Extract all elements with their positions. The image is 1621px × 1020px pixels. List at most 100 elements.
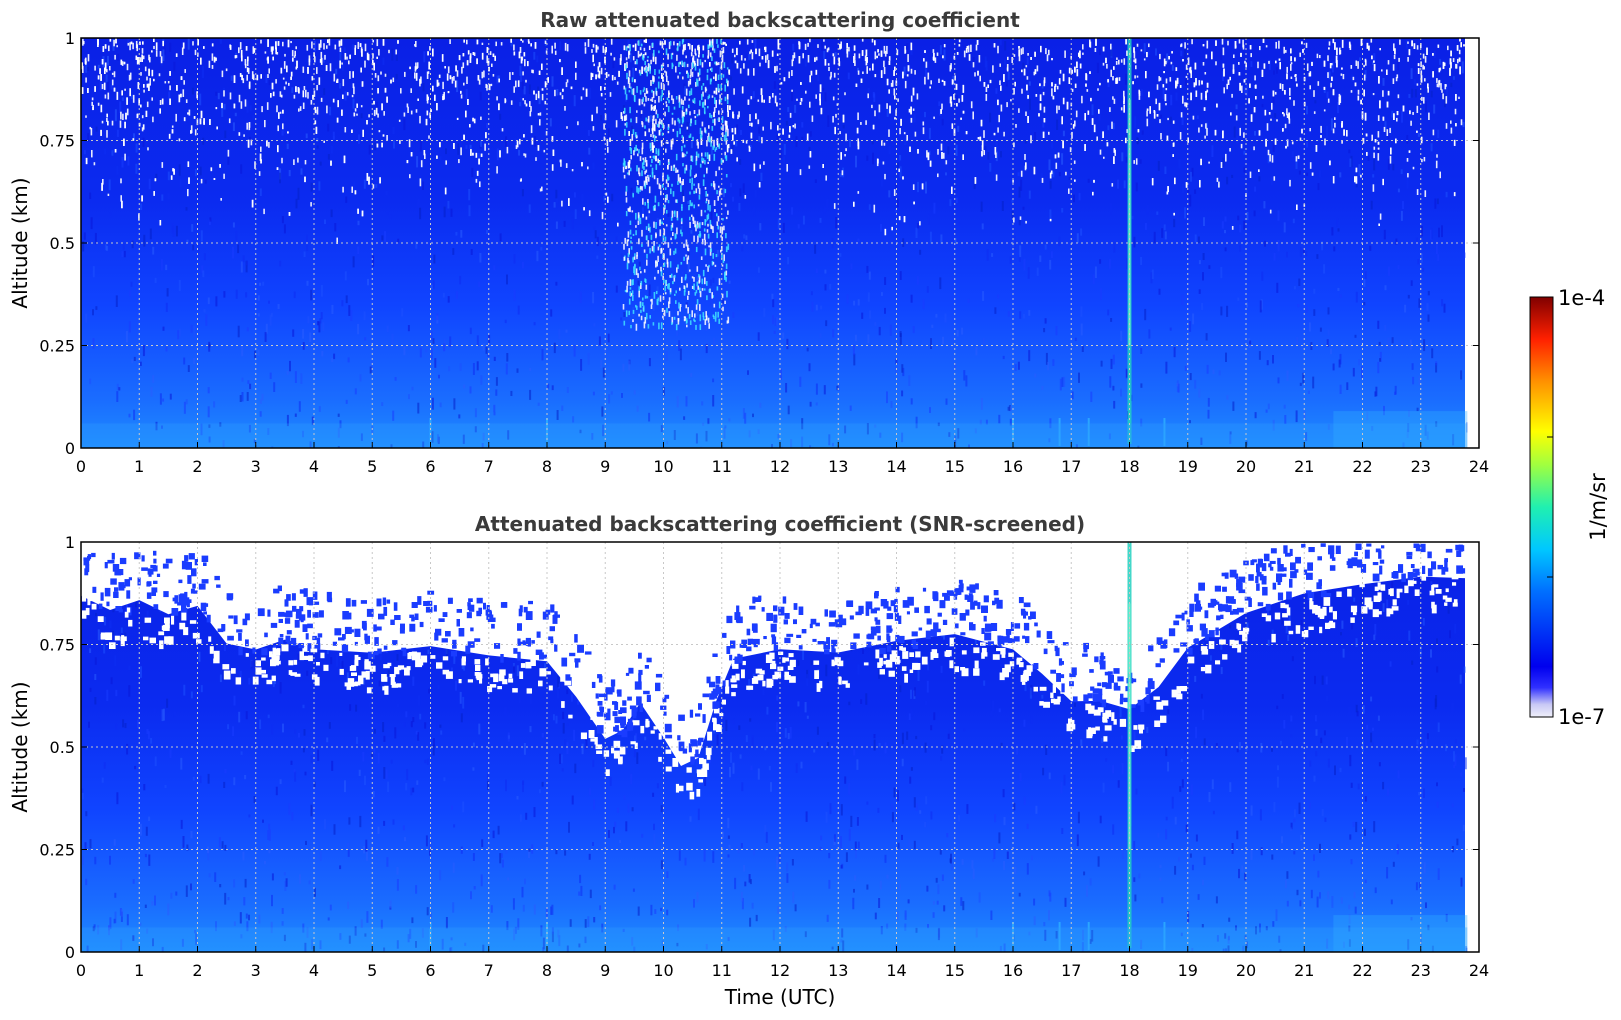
plume-speck: [679, 128, 681, 135]
noise-speck: [1377, 147, 1380, 150]
noise-speck: [585, 88, 588, 97]
plume-speck: [703, 288, 706, 291]
noise-cell: [1349, 158, 1352, 167]
plume-speck: [716, 213, 718, 217]
noise-cell: [1226, 305, 1229, 317]
plume-speck: [667, 183, 669, 188]
noise-cell: [439, 402, 442, 408]
noise-cell: [411, 386, 414, 391]
noise-speck: [709, 62, 711, 67]
noise-cell: [169, 42, 172, 52]
noise-speck: [584, 42, 587, 47]
noise-speck: [1357, 95, 1360, 101]
plume-speck: [687, 307, 689, 314]
plume-speck: [700, 209, 703, 217]
plume-speck: [651, 89, 653, 93]
noise-cell: [246, 100, 249, 113]
noise-speck: [1058, 78, 1061, 85]
noise-cell: [245, 292, 248, 298]
noise-cell: [1438, 227, 1440, 238]
noise-speck: [891, 80, 894, 87]
noise-speck: [943, 81, 946, 86]
noise-speck: [484, 143, 486, 151]
noise-speck: [311, 76, 314, 81]
noise-cell: [1009, 406, 1012, 412]
plume-speck: [671, 62, 674, 70]
plume-speck: [697, 153, 700, 158]
noise-speck: [997, 127, 999, 133]
noise-cell: [321, 350, 324, 357]
noise-speck: [744, 58, 746, 61]
noise-speck: [1338, 97, 1341, 105]
noise-cell: [877, 112, 880, 119]
noise-speck: [1383, 126, 1386, 132]
noise-speck: [419, 79, 422, 84]
noise-speck: [1068, 67, 1071, 74]
noise-speck: [373, 109, 376, 117]
noise-speck: [1366, 42, 1369, 49]
noise-speck: [758, 182, 761, 188]
noise-cell: [495, 377, 498, 386]
noise-speck: [276, 105, 278, 113]
noise-cell: [298, 401, 301, 412]
noise-speck: [517, 80, 520, 87]
plume-speck: [672, 191, 675, 197]
noise-cell: [1014, 364, 1017, 371]
noise-cell: [853, 353, 856, 366]
noise-speck: [877, 158, 879, 164]
noise-speck: [998, 114, 1000, 123]
noise-speck: [1167, 186, 1169, 193]
plume-speck: [714, 264, 717, 267]
noise-speck: [1335, 55, 1338, 64]
noise-speck: [354, 47, 356, 55]
noise-cell: [822, 87, 825, 91]
noise-speck: [893, 88, 896, 96]
noise-speck: [376, 56, 378, 59]
noise-cell: [1364, 271, 1367, 280]
noise-speck: [715, 87, 718, 95]
noise-speck: [1018, 49, 1020, 57]
noise-speck: [520, 178, 522, 182]
noise-speck: [153, 78, 155, 82]
noise-cell: [249, 383, 252, 390]
noise-speck: [582, 87, 585, 91]
noise-speck: [824, 59, 827, 66]
noise-cell: [1235, 104, 1238, 110]
noise-speck: [786, 164, 788, 172]
noise-speck: [772, 93, 774, 98]
noise-speck: [857, 191, 860, 194]
noise-cell: [940, 234, 943, 244]
plume-speck: [667, 141, 669, 144]
noise-speck: [853, 45, 856, 51]
noise-cell: [1153, 231, 1156, 244]
noise-speck: [595, 74, 597, 80]
noise-cell: [335, 68, 338, 75]
noise-speck: [499, 150, 501, 158]
noise-speck: [1118, 59, 1120, 65]
noise-speck: [1421, 96, 1423, 101]
plume-speck: [697, 183, 700, 189]
noise-cell: [1207, 397, 1210, 407]
noise-speck: [181, 47, 184, 55]
noise-speck: [1058, 105, 1060, 110]
noise-speck: [109, 66, 111, 71]
noise-cell: [712, 277, 715, 283]
plume-speck: [681, 106, 684, 110]
noise-cell: [187, 38, 190, 50]
noise-cell: [341, 63, 344, 71]
noise-speck: [1390, 147, 1392, 155]
noise-speck: [1115, 61, 1118, 65]
noise-cell: [814, 179, 817, 183]
noise-cell: [448, 366, 451, 372]
noise-speck: [718, 110, 720, 115]
noise-cell: [1400, 169, 1403, 175]
noise-speck: [1330, 82, 1332, 88]
noise-speck: [1366, 152, 1368, 156]
noise-speck: [515, 80, 517, 88]
noise-speck: [97, 75, 100, 80]
noise-speck: [283, 61, 286, 69]
noise-speck: [1301, 128, 1303, 134]
noise-cell: [1005, 81, 1008, 87]
noise-cell: [116, 165, 119, 175]
noise-speck: [591, 73, 594, 77]
